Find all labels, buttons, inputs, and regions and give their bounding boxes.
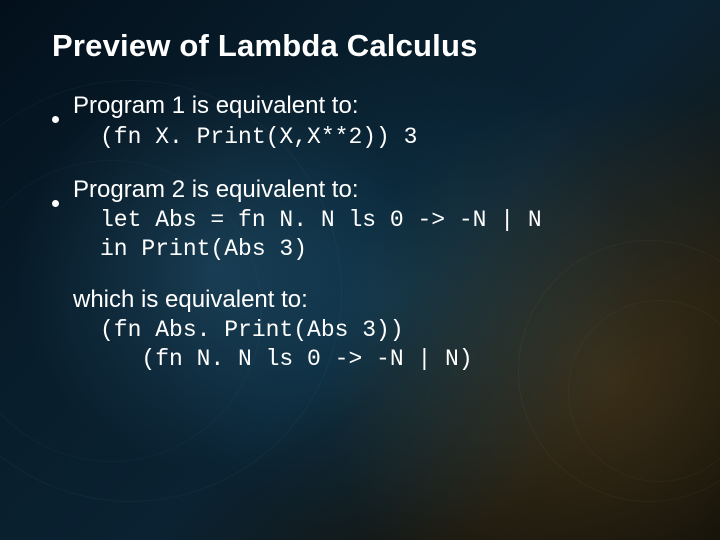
bullet-item: Program 1 is equivalent to: xyxy=(52,92,672,121)
slide-title: Preview of Lambda Calculus xyxy=(52,28,672,64)
slide: Preview of Lambda Calculus Program 1 is … xyxy=(0,0,720,540)
bullet-dot-icon xyxy=(52,200,59,207)
slide-content: Program 1 is equivalent to: (fn X. Print… xyxy=(52,92,672,373)
bullet-text: Program 2 is equivalent to: xyxy=(73,176,358,205)
code-block: let Abs = fn N. N ls 0 -> -N | N in Prin… xyxy=(100,206,672,264)
bullet-item: Program 2 is equivalent to: xyxy=(52,176,672,205)
bullet-text: Program 1 is equivalent to: xyxy=(73,92,358,121)
code-block: (fn X. Print(X,X**2)) 3 xyxy=(100,123,672,152)
bullet-dot-icon xyxy=(52,116,59,123)
code-block: (fn Abs. Print(Abs 3)) (fn N. N ls 0 -> … xyxy=(100,316,672,374)
sub-text: which is equivalent to: xyxy=(73,286,672,314)
